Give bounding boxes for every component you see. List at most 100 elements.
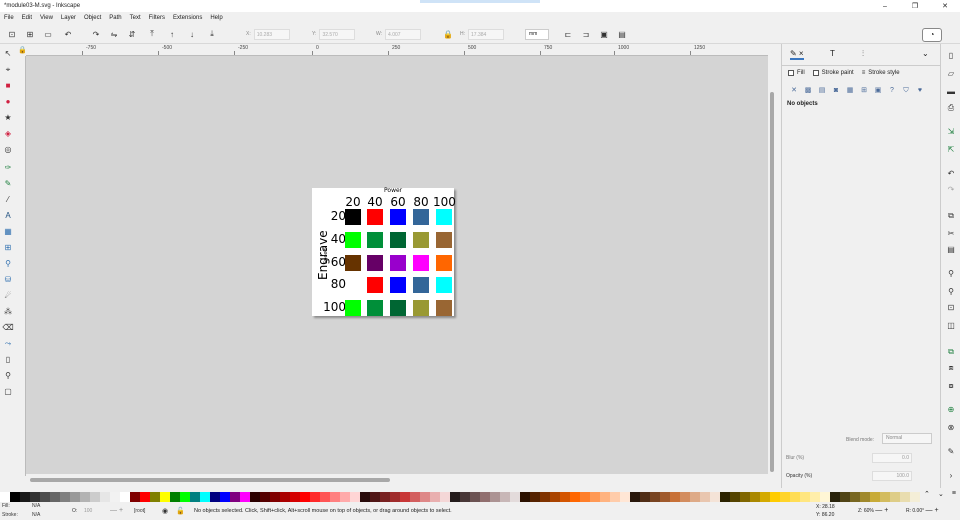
- test-swatch[interactable]: [436, 232, 452, 248]
- menu-object[interactable]: Object: [80, 15, 105, 21]
- fill-subtab[interactable]: Fill: [788, 70, 805, 76]
- menu-filters[interactable]: Filters: [145, 15, 169, 21]
- palette-swatch[interactable]: [120, 492, 130, 502]
- palette-swatch[interactable]: [700, 492, 710, 502]
- palette-swatch[interactable]: [340, 492, 350, 502]
- duplicate-icon[interactable]: ⧉: [945, 346, 957, 358]
- palette-swatch[interactable]: [680, 492, 690, 502]
- palette-swatch[interactable]: [420, 492, 430, 502]
- selector-tool-icon[interactable]: ↖: [2, 48, 14, 60]
- opacity-field[interactable]: 100.0: [872, 470, 912, 481]
- layer-indicator[interactable]: [root]: [134, 508, 145, 514]
- palette-swatch[interactable]: [350, 492, 360, 502]
- palette-swatch[interactable]: [150, 492, 160, 502]
- test-swatch[interactable]: [413, 232, 429, 248]
- palette-swatch[interactable]: [160, 492, 170, 502]
- horizontal-scroll-thumb[interactable]: [30, 478, 390, 482]
- rectangle-tool-icon[interactable]: ■: [2, 80, 14, 92]
- palette-swatch[interactable]: [590, 492, 600, 502]
- test-swatch[interactable]: [413, 300, 429, 316]
- raise-icon[interactable]: ↑: [166, 28, 178, 40]
- panel-menu-chevron-icon[interactable]: ⌄: [922, 49, 929, 58]
- test-swatch[interactable]: [390, 300, 406, 316]
- palette-swatch[interactable]: [230, 492, 240, 502]
- opacity-status-field[interactable]: 100: [84, 508, 92, 514]
- stroke-style-subtab[interactable]: ≡ Stroke style: [862, 70, 900, 76]
- palette-swatch[interactable]: [30, 492, 40, 502]
- palette-swatch[interactable]: [180, 492, 190, 502]
- blend-mode-select[interactable]: Normal: [882, 433, 932, 444]
- palette-swatch[interactable]: [440, 492, 450, 502]
- layer-lock-icon[interactable]: 🔓: [176, 507, 185, 515]
- test-swatch[interactable]: [436, 277, 452, 293]
- rotation-field[interactable]: 0.00°: [912, 508, 924, 514]
- close-button[interactable]: ✕: [930, 0, 960, 12]
- palette-swatch[interactable]: [720, 492, 730, 502]
- palette-swatch[interactable]: [860, 492, 870, 502]
- text-tool-icon[interactable]: A: [2, 210, 14, 222]
- palette-swatch[interactable]: [770, 492, 780, 502]
- palette-swatch[interactable]: [520, 492, 530, 502]
- flip-vertical-icon[interactable]: ⇵: [126, 28, 138, 40]
- palette-up-icon[interactable]: ⌃: [924, 490, 930, 502]
- palette-swatch[interactable]: [490, 492, 500, 502]
- palette-swatch[interactable]: [300, 492, 310, 502]
- palette-swatch[interactable]: [140, 492, 150, 502]
- palette-swatch[interactable]: [290, 492, 300, 502]
- eraser-tool-icon[interactable]: ⌫: [2, 322, 14, 334]
- palette-swatch[interactable]: [540, 492, 550, 502]
- palette-swatch[interactable]: [560, 492, 570, 502]
- palette-swatch[interactable]: [110, 492, 120, 502]
- menu-edit[interactable]: Edit: [18, 15, 36, 21]
- palette-swatch[interactable]: [600, 492, 610, 502]
- more-commands-icon[interactable]: ›: [945, 470, 957, 482]
- palette-swatch[interactable]: [270, 492, 280, 502]
- palette-swatch[interactable]: [80, 492, 90, 502]
- zoom-drawing-icon[interactable]: ⚲: [945, 286, 957, 298]
- palette-swatch[interactable]: [0, 492, 10, 502]
- palette-menu-icon[interactable]: ≡: [952, 490, 956, 502]
- palette-swatch[interactable]: [320, 492, 330, 502]
- palette-swatch[interactable]: [10, 492, 20, 502]
- palette-swatch[interactable]: [660, 492, 670, 502]
- test-swatch[interactable]: [345, 209, 361, 225]
- stroke-paint-subtab[interactable]: Stroke paint: [812, 70, 854, 76]
- palette-swatch[interactable]: [880, 492, 890, 502]
- palette-swatch[interactable]: [570, 492, 580, 502]
- palette-swatch[interactable]: [580, 492, 590, 502]
- star-tool-icon[interactable]: ★: [2, 112, 14, 124]
- palette-swatch[interactable]: [430, 492, 440, 502]
- fill-indicator-value[interactable]: N/A: [32, 503, 40, 509]
- rotate-ccw-icon[interactable]: ↶: [62, 28, 74, 40]
- palette-swatch[interactable]: [510, 492, 520, 502]
- select-all-icon[interactable]: ⊡: [6, 28, 18, 40]
- export-icon[interactable]: ⇱: [945, 144, 957, 156]
- ellipse-tool-icon[interactable]: ●: [2, 96, 14, 108]
- document-page[interactable]: Power 20 40 60 80 100 20 40 60 80 100 En…: [312, 187, 456, 316]
- test-swatch[interactable]: [390, 209, 406, 225]
- lower-to-bottom-icon[interactable]: ⤓: [206, 28, 218, 40]
- open-file-icon[interactable]: ▱: [945, 68, 957, 80]
- zoom-stepper-icon[interactable]: — +: [875, 507, 888, 514]
- w-field[interactable]: 4.007: [385, 28, 422, 40]
- palette-swatch[interactable]: [730, 492, 740, 502]
- scale-stroke-icon[interactable]: ⊏: [562, 28, 574, 40]
- palette-swatch[interactable]: [190, 492, 200, 502]
- swatch-icon[interactable]: ▣: [872, 85, 884, 96]
- menu-file[interactable]: File: [0, 15, 18, 21]
- snap-toggle-icon[interactable]: ◔: [922, 28, 942, 42]
- palette-swatch[interactable]: [360, 492, 370, 502]
- test-swatch[interactable]: [367, 232, 383, 248]
- rotate-cw-icon[interactable]: ↷: [90, 28, 102, 40]
- select-all-layers-icon[interactable]: ⊞: [24, 28, 36, 40]
- measure-tool-icon[interactable]: ▯: [2, 354, 14, 366]
- test-swatch[interactable]: [413, 277, 429, 293]
- palette-swatch[interactable]: [780, 492, 790, 502]
- flat-color-icon[interactable]: ▩: [802, 85, 814, 96]
- mesh-tool-icon[interactable]: ⊞: [2, 242, 14, 254]
- x-field[interactable]: 10.283: [253, 28, 290, 40]
- palette-swatch[interactable]: [810, 492, 820, 502]
- palette-swatch[interactable]: [470, 492, 480, 502]
- palette-swatch[interactable]: [390, 492, 400, 502]
- palette-swatch[interactable]: [690, 492, 700, 502]
